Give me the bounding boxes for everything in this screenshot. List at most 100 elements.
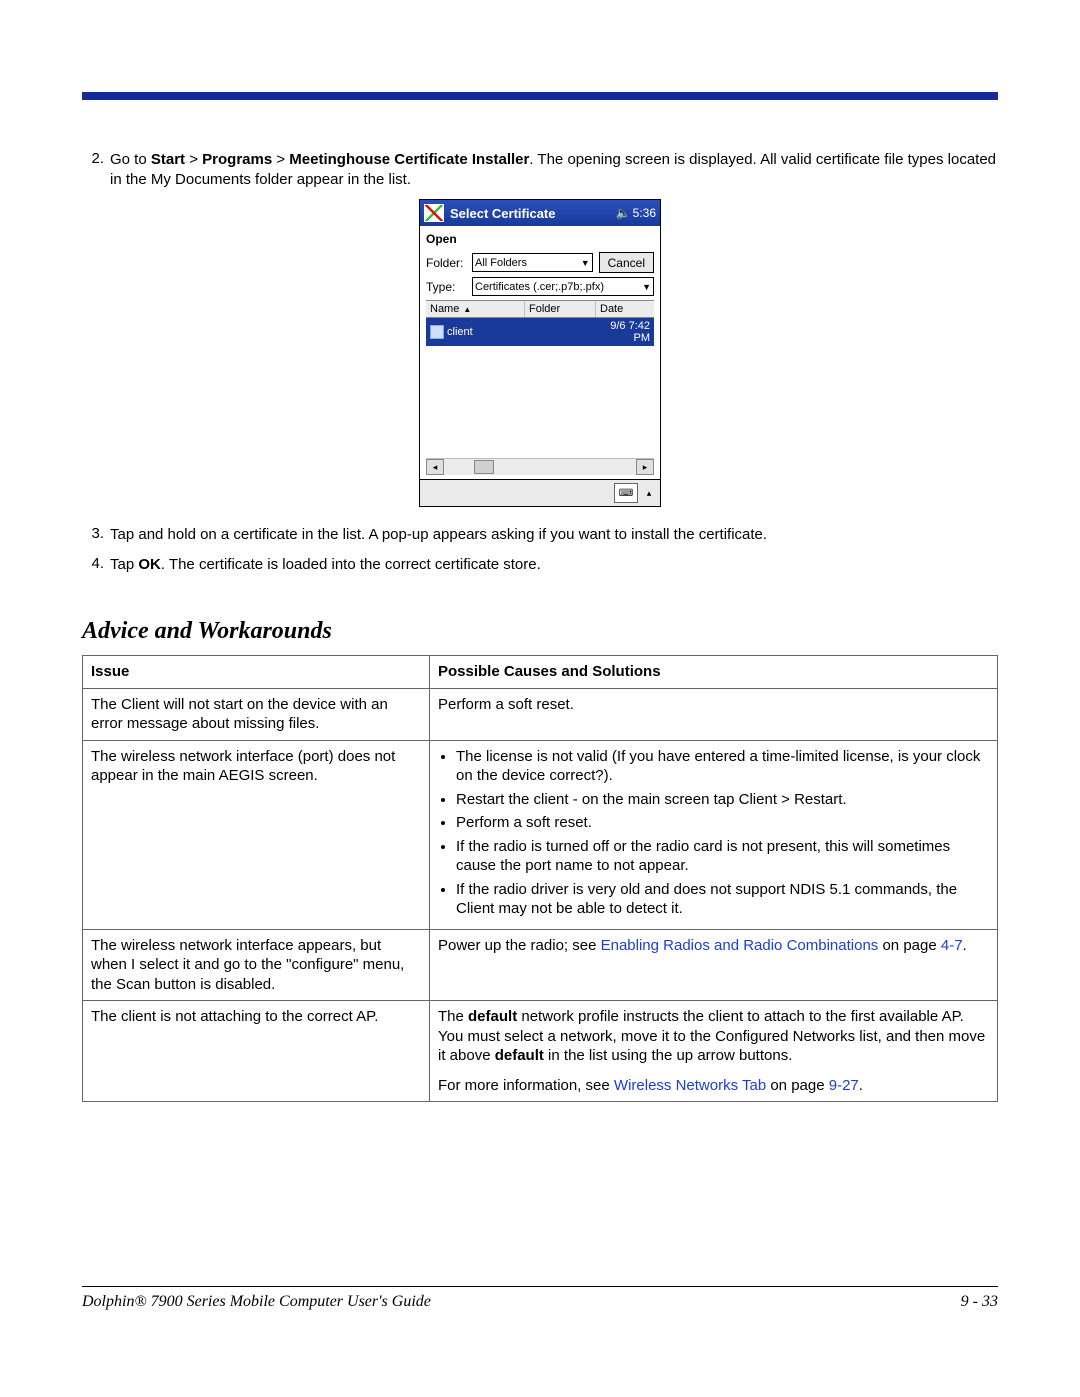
figure-select-certificate: Select Certificate 5:36 Open Folder: All… — [82, 199, 998, 507]
list-item: Restart the client - on the main screen … — [456, 790, 989, 810]
grid-row-client[interactable]: client 9/6 7:42 PM — [426, 318, 654, 346]
text: For more information, see — [438, 1077, 614, 1094]
chevron-down-icon: ▼ — [642, 282, 651, 292]
footer-title: Dolphin® 7900 Series Mobile Computer Use… — [82, 1293, 431, 1311]
step-number: 2. — [82, 150, 104, 189]
row-folder — [524, 318, 594, 346]
path-start: Start — [151, 151, 185, 168]
text: in the list using the up arrow buttons. — [544, 1047, 792, 1064]
step-body: Tap and hold on a certificate in the lis… — [110, 525, 998, 545]
step-body: Tap OK. The certificate is loaded into t… — [110, 555, 998, 575]
solution-cell: Perform a soft reset. — [430, 688, 998, 740]
solution-para-1: The default network profile instructs th… — [438, 1007, 989, 1066]
scroll-left-icon[interactable]: ◂ — [426, 459, 444, 475]
footer-page-number: 9 - 33 — [961, 1293, 998, 1311]
wm-title: Select Certificate — [450, 206, 616, 221]
step-4: 4. Tap OK. The certificate is loaded int… — [82, 555, 998, 575]
type-label: Type: — [426, 280, 472, 294]
step-2: 2. Go to Start > Programs > Meetinghouse… — [82, 150, 998, 189]
text: . — [963, 937, 967, 954]
col-date[interactable]: Date — [596, 301, 654, 317]
col-name-label: Name — [430, 303, 459, 315]
link-page-4-7[interactable]: 4-7 — [941, 937, 963, 954]
step-number: 3. — [82, 525, 104, 545]
wm-footer: ⌨ ▴ — [420, 479, 660, 506]
ok-bold: OK — [138, 556, 161, 573]
issue-cell: The Client will not start on the device … — [83, 688, 430, 740]
type-combo[interactable]: Certificates (.cer;.p7b;.pfx) ▼ — [472, 277, 654, 296]
open-label: Open — [426, 232, 654, 246]
keyboard-icon[interactable]: ⌨ — [614, 483, 638, 503]
issue-cell: The client is not attaching to the corre… — [83, 1001, 430, 1102]
step-body: Go to Start > Programs > Meetinghouse Ce… — [110, 150, 998, 189]
issue-cell: The wireless network interface (port) do… — [83, 740, 430, 929]
wm-titlebar: Select Certificate 5:36 — [420, 200, 660, 226]
row-date: 9/6 7:42 PM — [594, 318, 654, 346]
solution-cell: Power up the radio; see Enabling Radios … — [430, 929, 998, 1001]
text: The — [438, 1008, 468, 1025]
text: on page — [878, 937, 941, 954]
list-item: Perform a soft reset. — [456, 813, 989, 833]
th-solutions: Possible Causes and Solutions — [430, 656, 998, 689]
folder-value: All Folders — [475, 257, 527, 269]
sort-asc-icon: ▲ — [463, 305, 471, 314]
scroll-right-icon[interactable]: ▸ — [636, 459, 654, 475]
wm-body: Open Folder: All Folders ▼ Cancel Type: … — [420, 226, 660, 479]
col-name[interactable]: Name ▲ — [426, 301, 525, 317]
grid-body: client 9/6 7:42 PM — [426, 318, 654, 458]
col-folder[interactable]: Folder — [525, 301, 596, 317]
solution-cell: The default network profile instructs th… — [430, 1001, 998, 1102]
solution-cell: The license is not valid (If you have en… — [430, 740, 998, 929]
table-row: The wireless network interface appears, … — [83, 929, 998, 1001]
windows-flag-icon — [424, 204, 444, 222]
solution-list: The license is not valid (If you have en… — [438, 747, 989, 919]
sep: > — [185, 151, 202, 168]
speaker-icon — [616, 206, 633, 220]
section-heading: Advice and Workarounds — [82, 618, 998, 645]
folder-row: Folder: All Folders ▼ Cancel — [426, 252, 654, 273]
horizontal-scrollbar[interactable]: ◂ ▸ — [426, 458, 654, 475]
chevron-down-icon: ▼ — [581, 258, 590, 268]
step-3: 3. Tap and hold on a certificate in the … — [82, 525, 998, 545]
menu-up-icon[interactable]: ▴ — [642, 484, 656, 502]
scroll-track[interactable] — [444, 460, 636, 474]
grid-header: Name ▲ Folder Date — [426, 300, 654, 318]
type-row: Type: Certificates (.cer;.p7b;.pfx) ▼ — [426, 277, 654, 296]
text: Tap — [110, 556, 138, 573]
step-number: 4. — [82, 555, 104, 575]
bold-default: default — [495, 1047, 544, 1064]
list-item: If the radio is turned off or the radio … — [456, 837, 989, 876]
path-programs: Programs — [202, 151, 272, 168]
wm-time: 5:36 — [633, 206, 656, 220]
text: . The certificate is loaded into the cor… — [161, 556, 541, 573]
link-enabling-radios[interactable]: Enabling Radios and Radio Combinations — [601, 937, 879, 954]
file-icon — [430, 325, 444, 339]
table-row: The wireless network interface (port) do… — [83, 740, 998, 929]
scroll-grip[interactable] — [474, 460, 494, 474]
link-wireless-networks-tab[interactable]: Wireless Networks Tab — [614, 1077, 766, 1094]
page-content: 2. Go to Start > Programs > Meetinghouse… — [82, 92, 998, 1102]
link-page-9-27[interactable]: 9-27 — [829, 1077, 859, 1094]
path-installer: Meetinghouse Certificate Installer — [289, 151, 529, 168]
row-name: client — [447, 326, 473, 338]
page-footer: Dolphin® 7900 Series Mobile Computer Use… — [82, 1286, 998, 1311]
table-header-row: Issue Possible Causes and Solutions — [83, 656, 998, 689]
sep: > — [272, 151, 289, 168]
issue-cell: The wireless network interface appears, … — [83, 929, 430, 1001]
header-rule — [82, 92, 998, 100]
folder-combo[interactable]: All Folders ▼ — [472, 253, 593, 272]
table-row: The Client will not start on the device … — [83, 688, 998, 740]
wm-dialog: Select Certificate 5:36 Open Folder: All… — [419, 199, 661, 507]
text: . — [859, 1077, 863, 1094]
th-issue: Issue — [83, 656, 430, 689]
issues-table: Issue Possible Causes and Solutions The … — [82, 655, 998, 1102]
list-item: If the radio driver is very old and does… — [456, 880, 989, 919]
text: Go to — [110, 151, 151, 168]
solution-para-2: For more information, see Wireless Netwo… — [438, 1076, 989, 1096]
text: Power up the radio; see — [438, 937, 601, 954]
bold-default: default — [468, 1008, 517, 1025]
table-row: The client is not attaching to the corre… — [83, 1001, 998, 1102]
folder-label: Folder: — [426, 256, 472, 270]
type-value: Certificates (.cer;.p7b;.pfx) — [475, 281, 604, 293]
cancel-button[interactable]: Cancel — [599, 252, 654, 273]
